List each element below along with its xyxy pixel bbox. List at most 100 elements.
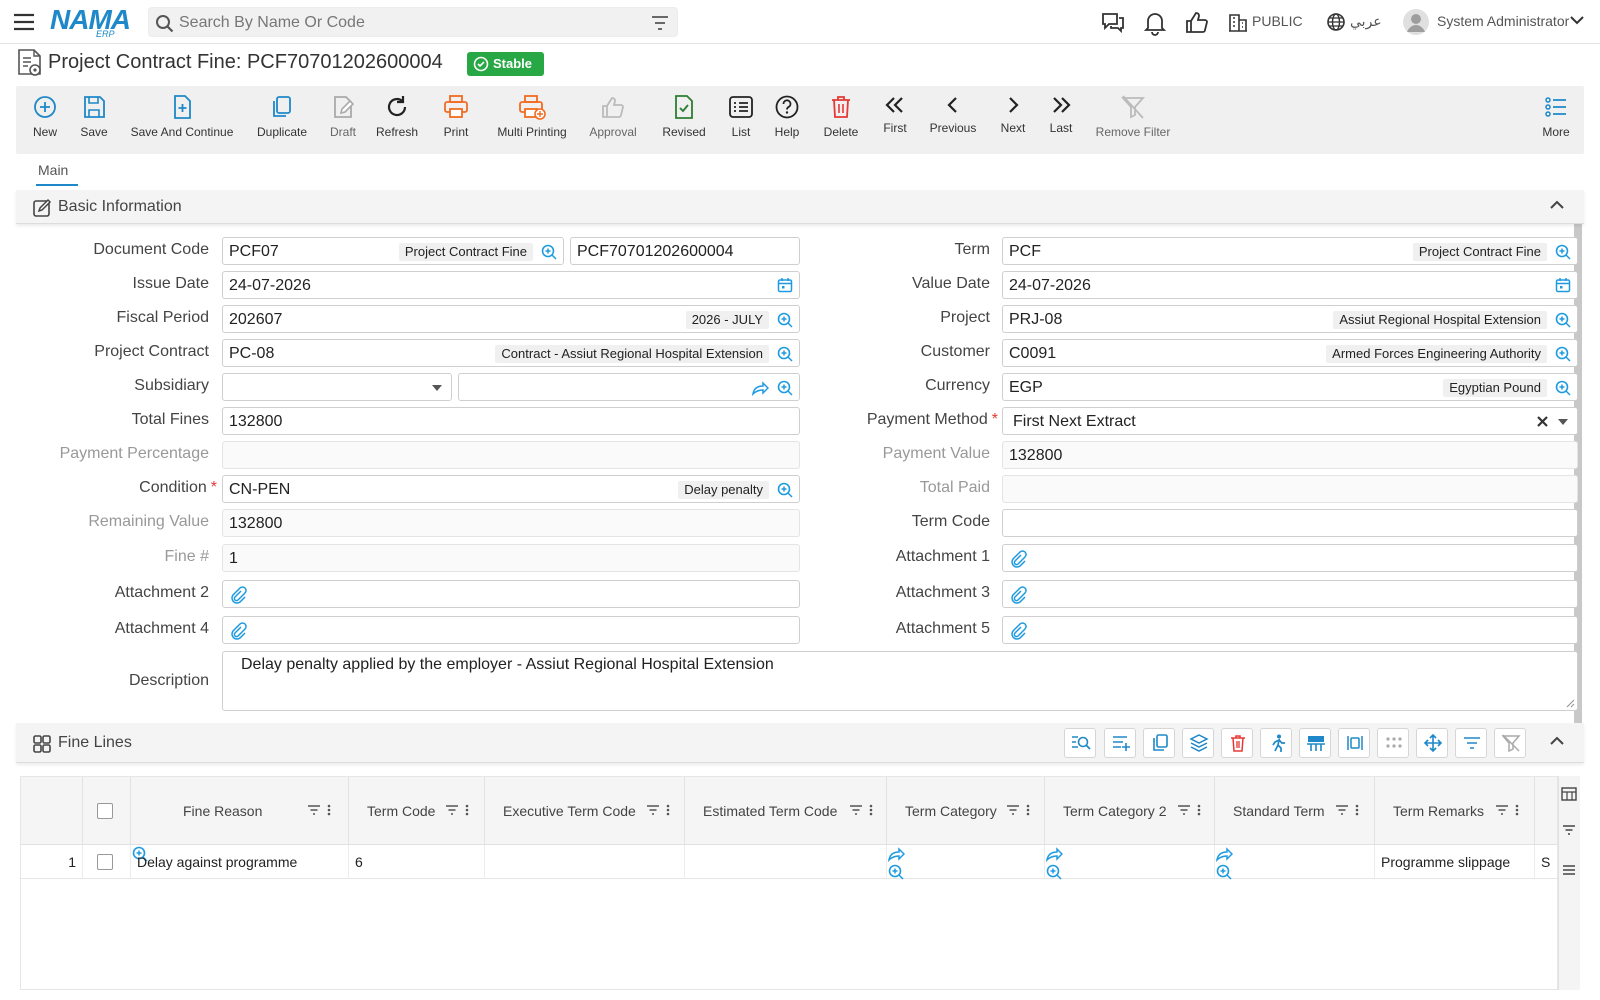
- paperclip-icon[interactable]: [1009, 622, 1027, 640]
- column-header-term-category[interactable]: Term Category: [887, 777, 1045, 845]
- attachment-3-field[interactable]: [1002, 580, 1578, 608]
- customer-field[interactable]: C0091 Armed Forces Engineering Authority: [1002, 339, 1578, 367]
- document-code-field[interactable]: PCF07 Project Contract Fine: [222, 237, 564, 265]
- subsidiary-select[interactable]: [222, 373, 452, 401]
- globe-icon[interactable]: [1326, 12, 1352, 38]
- more-button[interactable]: More: [1540, 94, 1572, 139]
- grid-search-button[interactable]: [1064, 728, 1096, 758]
- grid-move-button[interactable]: [1416, 728, 1448, 758]
- issue-date-field[interactable]: 24-07-2026: [222, 271, 800, 299]
- executive-term-code-cell[interactable]: [485, 845, 685, 879]
- duplicate-button[interactable]: Duplicate: [256, 94, 308, 139]
- grid-filter-button[interactable]: [1455, 728, 1487, 758]
- term-remarks-cell[interactable]: Programme slippage: [1375, 845, 1535, 879]
- grid-delete-button[interactable]: [1221, 728, 1253, 758]
- project-contract-field[interactable]: PC-08 Contract - Assiut Regional Hospita…: [222, 339, 800, 367]
- column-menu-icon[interactable]: [327, 804, 331, 816]
- grid-add-line-button[interactable]: [1104, 728, 1136, 758]
- lookup-search-icon[interactable]: [776, 345, 794, 363]
- delete-button[interactable]: Delete: [822, 94, 860, 139]
- select-all-checkbox[interactable]: [97, 803, 113, 819]
- term-field[interactable]: PCF Project Contract Fine: [1002, 237, 1578, 265]
- attachment-4-field[interactable]: [222, 616, 800, 644]
- hamburger-menu-icon[interactable]: [12, 10, 36, 34]
- open-link-arrow-icon[interactable]: [887, 845, 1044, 863]
- column-filter-icon[interactable]: [1177, 804, 1191, 816]
- company-label[interactable]: PUBLIC: [1252, 13, 1303, 29]
- previous-button[interactable]: Previous: [928, 94, 978, 135]
- column-filter-icon[interactable]: [646, 804, 660, 816]
- approval-button[interactable]: Approval: [588, 94, 638, 139]
- next-button[interactable]: Next: [998, 94, 1028, 135]
- save-and-continue-button[interactable]: Save And Continue: [130, 94, 234, 139]
- calendar-icon[interactable]: [777, 277, 793, 293]
- grid-split-button[interactable]: [1299, 728, 1331, 758]
- open-link-arrow-icon[interactable]: [1045, 845, 1214, 863]
- lookup-search-icon[interactable]: [887, 863, 1044, 881]
- lookup-search-icon[interactable]: [1215, 863, 1374, 881]
- avatar[interactable]: [1402, 8, 1430, 36]
- caret-down-icon[interactable]: [1557, 418, 1569, 426]
- lookup-search-icon[interactable]: [776, 379, 794, 397]
- column-menu-icon[interactable]: [1026, 804, 1030, 816]
- paperclip-icon[interactable]: [229, 586, 247, 604]
- estimated-term-code-cell[interactable]: [685, 845, 887, 879]
- lookup-search-icon[interactable]: [1045, 863, 1214, 881]
- column-menu-icon[interactable]: [1515, 804, 1519, 816]
- clear-x-icon[interactable]: [1536, 415, 1549, 428]
- column-header-term-remarks[interactable]: Term Remarks: [1375, 777, 1535, 845]
- bell-icon[interactable]: [1142, 10, 1168, 36]
- chat-icon[interactable]: [1100, 10, 1126, 36]
- paperclip-icon[interactable]: [1009, 586, 1027, 604]
- nama-erp-logo[interactable]: NAMA ERP: [50, 4, 134, 40]
- column-header-estimated-term-code[interactable]: Estimated Term Code: [685, 777, 887, 845]
- search-filter-icon[interactable]: [651, 15, 669, 31]
- fine-reason-cell[interactable]: Delay against programme: [131, 845, 349, 879]
- thumbs-up-icon[interactable]: [1184, 10, 1210, 36]
- language-switch[interactable]: عربي: [1350, 13, 1382, 30]
- draft-button[interactable]: Draft: [326, 94, 360, 139]
- lookup-search-icon[interactable]: [1554, 243, 1572, 261]
- new-button[interactable]: New: [30, 94, 60, 139]
- grid-side-menu-icon[interactable]: [1562, 864, 1576, 876]
- column-filter-icon[interactable]: [307, 804, 321, 816]
- help-button[interactable]: Help: [772, 94, 802, 139]
- project-field[interactable]: PRJ-08 Assiut Regional Hospital Extensio…: [1002, 305, 1578, 333]
- payment-method-select[interactable]: First Next Extract: [1002, 407, 1578, 435]
- user-name[interactable]: System Administrator: [1437, 13, 1569, 29]
- lookup-search-icon[interactable]: [540, 243, 558, 261]
- multi-printing-button[interactable]: Multi Printing: [496, 94, 568, 139]
- save-button[interactable]: Save: [78, 94, 110, 139]
- column-header-executive-term-code[interactable]: Executive Term Code: [485, 777, 685, 845]
- grid-side-filter-icon[interactable]: [1562, 824, 1576, 836]
- column-menu-icon[interactable]: [1197, 804, 1201, 816]
- column-menu-icon[interactable]: [1355, 804, 1359, 816]
- basic-information-header[interactable]: Basic Information: [16, 190, 1584, 224]
- grid-table-settings-icon[interactable]: [1561, 786, 1577, 802]
- building-icon[interactable]: [1228, 12, 1254, 38]
- collapse-chevron-up-icon[interactable]: [1550, 735, 1564, 747]
- currency-field[interactable]: EGP Egyptian Pound: [1002, 373, 1578, 401]
- list-button[interactable]: List: [726, 94, 756, 139]
- open-link-arrow-icon[interactable]: [751, 379, 769, 397]
- resize-handle-icon[interactable]: [1565, 698, 1575, 708]
- term-category-2-cell[interactable]: [1045, 845, 1215, 881]
- column-filter-icon[interactable]: [1495, 804, 1509, 816]
- fiscal-period-field[interactable]: 202607 2026 - JULY: [222, 305, 800, 333]
- column-filter-icon[interactable]: [1335, 804, 1349, 816]
- paperclip-icon[interactable]: [229, 622, 247, 640]
- attachment-1-field[interactable]: [1002, 544, 1578, 572]
- document-number-field[interactable]: PCF70701202600004: [570, 237, 800, 265]
- grid-copy-button[interactable]: [1143, 728, 1175, 758]
- grid-layers-button[interactable]: [1182, 728, 1214, 758]
- lookup-search-icon[interactable]: [1554, 311, 1572, 329]
- attachment-2-field[interactable]: [222, 580, 800, 608]
- column-filter-icon[interactable]: [849, 804, 863, 816]
- first-button[interactable]: First: [880, 94, 910, 135]
- column-header-fine-reason[interactable]: Fine Reason: [131, 777, 349, 845]
- search-input[interactable]: [179, 12, 639, 34]
- standard-term-cell[interactable]: [1215, 845, 1375, 881]
- overflow-cell[interactable]: S: [1535, 845, 1557, 879]
- table-row[interactable]: 1 Delay against programme 6 Programme sl…: [21, 845, 1557, 881]
- attachment-5-field[interactable]: [1002, 616, 1578, 644]
